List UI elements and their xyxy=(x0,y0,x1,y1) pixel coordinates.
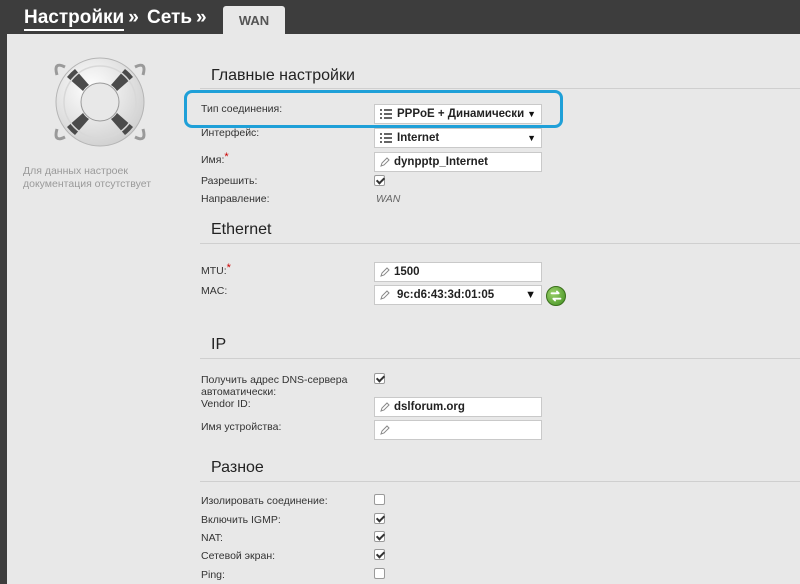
pencil-icon xyxy=(380,157,390,167)
enable-checkbox[interactable] xyxy=(374,175,385,186)
breadcrumb-settings[interactable]: Настройки» xyxy=(24,7,139,31)
mac-select[interactable]: 9c:d6:43:3d:01:05 ▼ xyxy=(374,285,542,305)
section-title-misc: Разное xyxy=(211,459,264,476)
swap-arrows-icon xyxy=(550,290,562,302)
divider xyxy=(200,88,800,89)
isolate-checkbox[interactable] xyxy=(374,494,385,505)
mtu-label-text: MTU: xyxy=(201,265,227,277)
igmp-checkbox[interactable] xyxy=(374,513,385,524)
ping-checkbox[interactable] xyxy=(374,568,385,579)
pencil-icon xyxy=(380,425,390,435)
required-mark: * xyxy=(226,262,231,274)
dns-auto-label-line1: Получить адрес DNS-сервера xyxy=(201,374,348,386)
pencil-icon xyxy=(380,267,390,277)
name-field[interactable]: dynpptp_Internet xyxy=(374,152,542,172)
igmp-label: Включить IGMP: xyxy=(201,514,281,526)
top-bar: Настройки» Сеть» WAN xyxy=(0,0,800,35)
mtu-value: 1500 xyxy=(394,266,420,278)
breadcrumb-separator: » xyxy=(128,7,139,28)
firewall-label: Сетевой экран: xyxy=(201,550,276,562)
dns-auto-label: Получить адрес DNS-сервера автоматически… xyxy=(201,374,347,398)
direction-value: WAN xyxy=(376,193,401,205)
required-mark: * xyxy=(224,151,229,163)
vendor-id-value: dslforum.org xyxy=(394,401,465,413)
divider xyxy=(200,358,800,359)
mtu-label: MTU:* xyxy=(201,262,231,277)
breadcrumb-network[interactable]: Сеть» xyxy=(147,7,207,29)
dns-auto-label-line2: автоматически: xyxy=(201,386,277,398)
section-title-ethernet: Ethernet xyxy=(211,221,272,238)
chevron-down-icon: ▼ xyxy=(525,289,536,301)
section-title-main: Главные настройки xyxy=(211,67,355,84)
enable-label: Разрешить: xyxy=(201,175,258,187)
pencil-icon xyxy=(380,290,390,300)
breadcrumb-settings-label[interactable]: Настройки xyxy=(24,7,125,31)
firewall-checkbox[interactable] xyxy=(374,549,385,560)
highlight-frame xyxy=(184,90,563,128)
ping-label: Ping: xyxy=(201,569,225,581)
interface-select[interactable]: Internet ▼ xyxy=(374,128,542,148)
section-title-ip: IP xyxy=(211,336,227,353)
pencil-icon xyxy=(380,402,390,412)
name-label-text: Имя: xyxy=(201,154,225,166)
list-icon xyxy=(380,133,392,143)
vendor-id-label: Vendor ID: xyxy=(201,398,251,410)
device-name-field[interactable] xyxy=(374,420,542,440)
name-label: Имя:* xyxy=(201,151,229,166)
direction-label: Направление: xyxy=(201,193,270,205)
divider xyxy=(200,243,800,244)
apply-mac-button[interactable] xyxy=(546,286,566,306)
device-name-label: Имя устройства: xyxy=(201,421,282,433)
dns-auto-checkbox[interactable] xyxy=(374,373,385,384)
mtu-field[interactable]: 1500 xyxy=(374,262,542,282)
name-value: dynpptp_Internet xyxy=(394,156,488,168)
mac-label: MAC: xyxy=(201,285,228,297)
tab-wan[interactable]: WAN xyxy=(223,6,285,35)
lifebuoy-icon xyxy=(54,57,146,147)
breadcrumb-network-label[interactable]: Сеть xyxy=(147,7,192,28)
interface-value: Internet xyxy=(397,132,440,144)
isolate-label: Изолировать соединение: xyxy=(201,495,328,507)
vendor-id-field[interactable]: dslforum.org xyxy=(374,397,542,417)
divider xyxy=(200,481,800,482)
breadcrumb-separator: » xyxy=(196,7,207,28)
no-documentation-text: Для данных настроек документация отсутст… xyxy=(23,165,152,190)
nat-label: NAT: xyxy=(201,532,223,544)
chevron-down-icon: ▼ xyxy=(527,133,536,143)
nat-checkbox[interactable] xyxy=(374,531,385,542)
interface-label: Интерфейс: xyxy=(201,127,260,139)
mac-value: 9c:d6:43:3d:01:05 xyxy=(397,289,495,301)
